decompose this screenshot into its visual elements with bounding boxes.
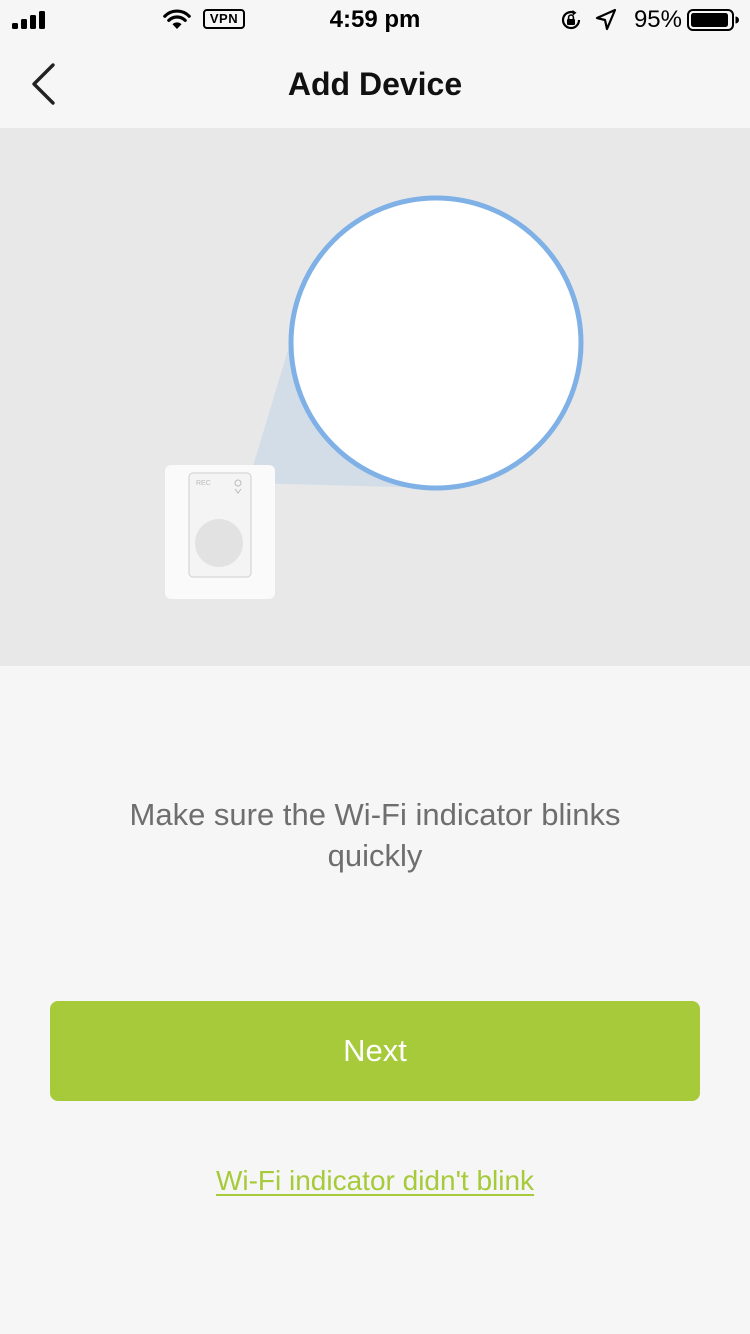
page-title: Add Device bbox=[287, 66, 463, 102]
signal-icon bbox=[12, 11, 45, 29]
nav-bar: Add Device bbox=[0, 40, 750, 128]
battery-percent: 95% bbox=[633, 6, 682, 33]
device-illustration: REC bbox=[0, 128, 750, 666]
vpn-badge: VPN bbox=[203, 9, 245, 29]
device-button bbox=[195, 519, 243, 567]
location-icon bbox=[595, 8, 617, 31]
status-time: 4:59 pm bbox=[329, 6, 421, 33]
status-bar: VPN 4:59 pm 95% bbox=[0, 0, 750, 40]
add-device-screen: VPN 4:59 pm 95% Add Device REC Make sure… bbox=[0, 0, 750, 1334]
indicator-didnt-blink-link[interactable]: Wi-Fi indicator didn't blink bbox=[125, 1163, 625, 1199]
battery-icon bbox=[687, 9, 739, 31]
illustration-graphic: REC bbox=[165, 195, 584, 599]
wifi-icon bbox=[163, 9, 191, 29]
magnifier-circle bbox=[288, 195, 584, 491]
rotation-lock-icon bbox=[561, 10, 581, 30]
instruction-text: Make sure the Wi-Fi indicator blinks qui… bbox=[129, 797, 621, 873]
device-rec-label: REC bbox=[196, 480, 211, 487]
next-button[interactable]: Next bbox=[50, 1001, 700, 1101]
